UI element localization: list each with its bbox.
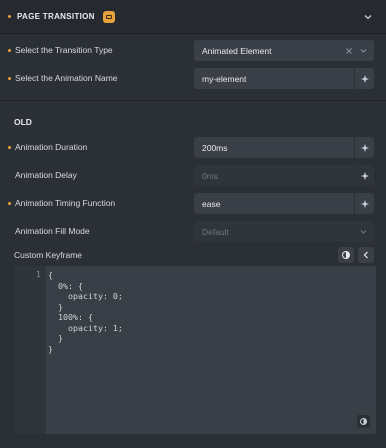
code-editor[interactable]: 1 { 0%: { opacity: 0; } 100%: { opacity:… [14, 266, 376, 434]
transition-type-select[interactable]: Animated Element [194, 40, 374, 61]
animation-duration-input[interactable]: 200ms [194, 137, 374, 158]
resize-icon[interactable] [357, 415, 370, 428]
clear-icon[interactable] [342, 40, 356, 61]
animation-duration-value: 200ms [202, 142, 228, 153]
indicator-dot [8, 201, 11, 205]
animation-name-input[interactable]: my-element [194, 68, 374, 89]
animation-delay-label: Animation Delay [15, 170, 77, 180]
timing-function-input[interactable]: ease [194, 193, 374, 214]
animation-name-value: my-element [202, 73, 247, 84]
chevron-down-icon[interactable] [356, 40, 370, 61]
animation-name-label: Select the Animation Name [15, 73, 118, 83]
indicator-dot [8, 15, 11, 18]
indicator-dot [8, 145, 11, 149]
timing-function-label: Animation Timing Function [15, 198, 116, 208]
editor-gutter: 1 [14, 266, 46, 434]
dynamic-data-icon[interactable] [354, 137, 374, 158]
indicator-dot [8, 76, 11, 80]
animation-duration-label: Animation Duration [15, 142, 88, 152]
dynamic-data-icon[interactable] [354, 165, 374, 186]
dynamic-data-icon[interactable] [354, 193, 374, 214]
element-badge-icon [102, 10, 115, 23]
contrast-icon [342, 251, 350, 259]
line-number: 1 [36, 270, 41, 279]
panel-title: PAGE TRANSITION [17, 12, 95, 21]
section-divider [0, 100, 386, 101]
old-section-title: OLD [14, 117, 32, 127]
dynamic-data-icon[interactable] [354, 68, 374, 89]
indicator-dot [8, 48, 11, 52]
fill-mode-label: Animation Fill Mode [15, 226, 90, 236]
transition-type-value: Animated Element [202, 45, 272, 56]
chevron-down-icon[interactable] [356, 221, 370, 242]
animation-delay-placeholder: 0ms [202, 170, 219, 181]
editor-code[interactable]: { 0%: { opacity: 0; } 100%: { opacity: 1… [48, 270, 123, 354]
collapse-button[interactable] [358, 247, 374, 263]
chevron-left-icon [363, 251, 368, 259]
fill-mode-placeholder: Default [202, 226, 229, 237]
theme-toggle-button[interactable] [338, 247, 354, 263]
fill-mode-select[interactable]: Default [194, 221, 374, 242]
chevron-down-icon[interactable] [362, 11, 374, 23]
timing-function-value: ease [202, 198, 221, 209]
panel-header[interactable]: PAGE TRANSITION [0, 0, 386, 34]
custom-keyframe-label: Custom Keyframe [14, 250, 83, 260]
transition-type-label: Select the Transition Type [15, 45, 113, 55]
animation-delay-input[interactable]: 0ms [194, 165, 374, 186]
